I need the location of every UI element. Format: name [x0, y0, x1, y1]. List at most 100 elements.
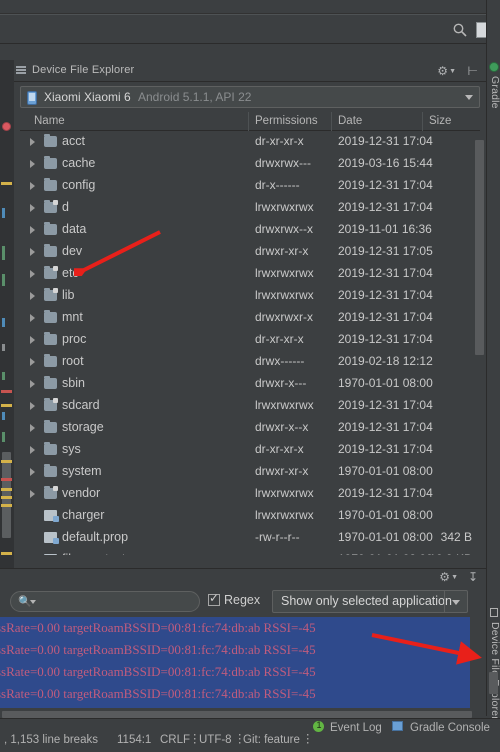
- status-bar: , 1,153 line breaks 1154:1 CRLF ⋮ UTF-8 …: [0, 718, 500, 752]
- expand-arrow-icon[interactable]: [30, 248, 35, 256]
- regex-checkbox[interactable]: [208, 591, 220, 606]
- stripe-mark: [1, 478, 12, 481]
- status-encoding[interactable]: UTF-8: [199, 734, 232, 746]
- search-input[interactable]: 🔍: [10, 591, 200, 612]
- expand-arrow-icon[interactable]: [30, 336, 35, 344]
- file-date: 2019-12-31 17:04: [338, 420, 433, 434]
- file-date: 2019-12-31 17:04: [338, 200, 433, 214]
- file-name: root: [62, 354, 84, 368]
- tool-tab-device-file-explorer[interactable]: Device File Explorer: [487, 622, 500, 720]
- file-table-body[interactable]: acct dr-xr-xr-x 2019-12-31 17:04 cache drwxr…: [20, 131, 475, 555]
- stripe-mark: [1, 552, 12, 555]
- gear-icon[interactable]: ⚙▼: [439, 570, 458, 584]
- chevron-down-icon[interactable]: [465, 95, 473, 100]
- event-log-badge[interactable]: [313, 720, 324, 732]
- expand-arrow-icon[interactable]: [30, 270, 35, 278]
- expand-arrow-icon[interactable]: [30, 314, 35, 322]
- expand-arrow-icon[interactable]: [30, 446, 35, 454]
- column-divider[interactable]: [248, 112, 249, 131]
- editor-scrollbar-thumb[interactable]: [2, 452, 11, 538]
- export-icon[interactable]: ↧: [468, 570, 478, 584]
- status-caret-position[interactable]: 1154:1: [117, 734, 151, 746]
- column-header-name[interactable]: Name: [34, 115, 65, 127]
- editor-error-stripe[interactable]: [0, 60, 14, 568]
- folder-icon: [44, 134, 57, 147]
- table-row[interactable]: proc dr-xr-xr-x 2019-12-31 17:04: [20, 329, 475, 351]
- expand-arrow-icon[interactable]: [30, 358, 35, 366]
- expand-arrow-icon[interactable]: [30, 138, 35, 146]
- column-divider[interactable]: [422, 112, 423, 131]
- expand-arrow-icon[interactable]: [30, 204, 35, 212]
- expand-arrow-icon[interactable]: [30, 424, 35, 432]
- scope-dropdown[interactable]: Show only selected application: [272, 590, 468, 613]
- logcat-filter-row: 🔍 Regex Show only selected application: [0, 587, 486, 617]
- status-line-separator[interactable]: CRLF: [160, 734, 190, 746]
- expand-arrow-icon[interactable]: [30, 468, 35, 476]
- file-date: 2019-12-31 17:04: [338, 442, 433, 456]
- event-log-label[interactable]: Event Log: [330, 722, 382, 734]
- table-row[interactable]: file_contexts-rw-r--r--1970-01-01 08:001…: [20, 549, 475, 555]
- chevron-down-icon[interactable]: [452, 600, 460, 605]
- expand-arrow-icon[interactable]: [30, 490, 35, 498]
- stripe-mark: [1, 182, 12, 185]
- stripe-mark: [1, 496, 12, 499]
- device-selector-dropdown[interactable]: Xiaomi Xiaomi 6 Android 5.1.1, API 22: [20, 86, 480, 108]
- table-row[interactable]: cache drwxrwx--- 2019-03-16 15:44: [20, 153, 475, 175]
- table-row[interactable]: storage drwxr-x--x 2019-12-31 17:04: [20, 417, 475, 439]
- menu-icon[interactable]: [16, 66, 26, 75]
- gradle-console-label[interactable]: Gradle Console: [410, 722, 490, 734]
- file-date: 1970-01-01 08:00: [338, 376, 433, 390]
- file-permissions: dr-xr-xr-x: [255, 442, 304, 456]
- expand-arrow-icon[interactable]: [30, 182, 35, 190]
- expand-arrow-icon[interactable]: [30, 226, 35, 234]
- table-row[interactable]: vendor lrwxrwxrwx 2019-12-31 17:04: [20, 483, 475, 505]
- tool-tab-gradle[interactable]: Gradle: [487, 76, 500, 109]
- table-row[interactable]: mnt drwxrwxr-x 2019-12-31 17:04: [20, 307, 475, 329]
- folder-icon: [44, 178, 57, 191]
- log-line[interactable]: ssRate=0.00 targetRoamBSSID=00:81:fc:74:…: [0, 683, 470, 705]
- table-row[interactable]: lib lrwxrwxrwx 2019-12-31 17:04: [20, 285, 475, 307]
- table-row[interactable]: d lrwxrwxrwx 2019-12-31 17:04: [20, 197, 475, 219]
- column-divider[interactable]: [331, 112, 332, 131]
- search-icon[interactable]: [452, 22, 468, 38]
- table-row[interactable]: sbin drwxr-x--- 1970-01-01 08:00: [20, 373, 475, 395]
- file-size: 10.9 KB: [400, 552, 472, 555]
- table-row[interactable]: default.prop -rw-r--r-- 1970-01-01 08:00 34…: [20, 527, 475, 549]
- folder-icon: [44, 420, 57, 433]
- table-row[interactable]: acct dr-xr-xr-x 2019-12-31 17:04: [20, 131, 475, 153]
- table-row[interactable]: root drwx------ 2019-02-18 12:12: [20, 351, 475, 373]
- file-name: lib: [62, 288, 75, 302]
- expand-arrow-icon[interactable]: [30, 402, 35, 410]
- expand-arrow-icon[interactable]: [30, 380, 35, 388]
- chevron-down-icon[interactable]: [30, 600, 36, 604]
- file-table-header: Name Permissions Date Size: [20, 112, 480, 131]
- file-date: 2019-12-31 17:04: [338, 486, 433, 500]
- right-scrollbar-thumb[interactable]: [489, 672, 498, 694]
- breakpoint-icon[interactable]: [2, 122, 11, 131]
- table-row[interactable]: sdcard lrwxrwxrwx 2019-12-31 17:04: [20, 395, 475, 417]
- expand-arrow-icon[interactable]: [30, 292, 35, 300]
- table-row[interactable]: sys dr-xr-xr-x 2019-12-31 17:04: [20, 439, 475, 461]
- file-date: 2019-02-18 12:12: [338, 354, 433, 368]
- file-list-scrollbar-thumb[interactable]: [475, 140, 484, 355]
- table-row[interactable]: config dr-x------ 2019-12-31 17:04: [20, 175, 475, 197]
- status-git-branch[interactable]: Git: feature: [243, 734, 300, 746]
- table-row[interactable]: system drwxr-xr-x 1970-01-01 08:00: [20, 461, 475, 483]
- file-permissions: lrwxrwxrwx: [255, 508, 314, 522]
- scope-selected-value: Show only selected application: [281, 594, 452, 608]
- file-name: file_contexts: [62, 552, 131, 555]
- gradle-console-icon[interactable]: [392, 721, 403, 731]
- horizontal-scrollbar-thumb[interactable]: [2, 711, 472, 718]
- annotation-arrow-logcat: [371, 633, 482, 665]
- column-header-permissions[interactable]: Permissions: [255, 115, 318, 127]
- hide-window-icon[interactable]: ⊢: [468, 64, 478, 78]
- gear-icon[interactable]: ⚙▼: [437, 64, 456, 78]
- table-row[interactable]: charger lrwxrwxrwx 1970-01-01 08:00: [20, 505, 475, 527]
- chevron-down-icon[interactable]: ⋮: [302, 731, 314, 745]
- column-header-size[interactable]: Size: [429, 115, 451, 127]
- column-header-date[interactable]: Date: [338, 115, 362, 127]
- stripe-mark: [1, 390, 12, 393]
- file-name: d: [62, 200, 69, 214]
- expand-arrow-icon[interactable]: [30, 160, 35, 168]
- file-date: 2019-12-31 17:05: [338, 244, 433, 258]
